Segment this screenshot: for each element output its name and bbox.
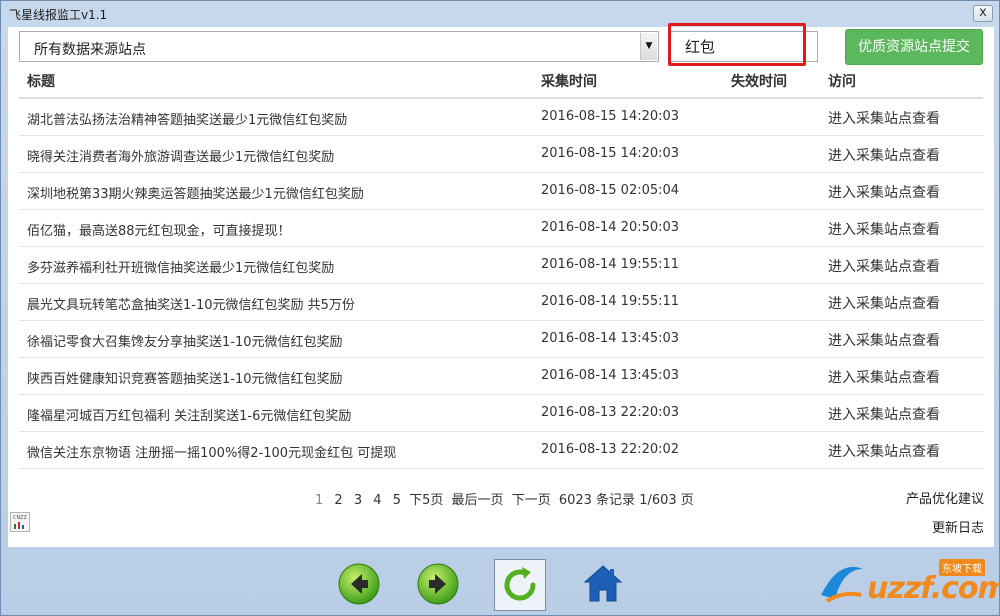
row-title[interactable]: 湖北普法弘扬法治精神答题抽奖送最少1元微信红包奖励 <box>27 109 347 128</box>
header-visit: 访问 <box>828 74 856 90</box>
table-row: 湖北普法弘扬法治精神答题抽奖送最少1元微信红包奖励 2016-08-15 14:… <box>19 99 983 136</box>
title-bar[interactable]: 飞星线报监工v1.1 x <box>1 1 999 27</box>
pagination: 1 2 3 4 5 下5页 最后一页 下一页 6023 条记录 1/603 页 <box>315 489 701 508</box>
row-collect-time: 2016-08-14 13:45:03 <box>541 331 680 346</box>
record-summary: 6023 条记录 1/603 页 <box>558 493 694 508</box>
table-row: 多芬滋养福利社开班微信抽奖送最少1元微信红包奖励 2016-08-14 19:5… <box>19 247 983 284</box>
table-row: 陕西百姓健康知识竞赛答题抽奖送1-10元微信红包奖励 2016-08-14 13… <box>19 358 983 395</box>
row-collect-time: 2016-08-14 19:55:11 <box>541 294 680 309</box>
row-visit-link[interactable]: 进入采集站点查看 <box>828 219 940 239</box>
result-table: 湖北普法弘扬法治精神答题抽奖送最少1元微信红包奖励 2016-08-15 14:… <box>19 99 983 469</box>
changelog-link[interactable]: 更新日志 <box>932 517 984 536</box>
window-title: 飞星线报监工v1.1 <box>9 8 108 22</box>
row-collect-time: 2016-08-15 14:20:03 <box>541 146 680 161</box>
cnzz-label: CNZZ <box>13 515 28 521</box>
row-title[interactable]: 晨光文具玩转笔芯盒抽奖送1-10元微信红包奖励 共5万份 <box>27 294 355 313</box>
refresh-button[interactable] <box>494 559 546 611</box>
feedback-link[interactable]: 产品优化建议 <box>906 488 984 507</box>
page-link[interactable]: 2 <box>334 493 342 508</box>
arrow-left-icon[interactable] <box>336 561 382 607</box>
row-title[interactable]: 深圳地税第33期火辣奥运答题抽奖送最少1元微信红包奖励 <box>27 183 364 202</box>
row-collect-time: 2016-08-14 13:45:03 <box>541 368 680 383</box>
row-visit-link[interactable]: 进入采集站点查看 <box>828 367 940 387</box>
row-visit-link[interactable]: 进入采集站点查看 <box>828 256 940 276</box>
app-window: 飞星线报监工v1.1 x 所有数据来源站点 ▼ 优质资源站点提交 标题 采集时间… <box>0 0 1000 616</box>
table-row: 微信关注东京物语 注册摇一摇100%得2-100元现金红包 可提现 2016-0… <box>19 432 983 469</box>
chevron-down-icon[interactable]: ▼ <box>640 33 657 60</box>
row-visit-link[interactable]: 进入采集站点查看 <box>828 330 940 350</box>
last-page-link[interactable]: 最后一页 <box>452 489 504 508</box>
cnzz-stat-icon[interactable]: CNZZ <box>10 512 30 532</box>
next-page-link[interactable]: 下一页 <box>512 489 551 508</box>
keyword-input[interactable] <box>670 31 818 62</box>
row-visit-link[interactable]: 进入采集站点查看 <box>828 108 940 128</box>
row-title[interactable]: 微信关注东京物语 注册摇一摇100%得2-100元现金红包 可提现 <box>27 442 396 461</box>
bottom-toolbar: uzzf.com 东坡下载 <box>1 547 1000 616</box>
page-link[interactable]: 3 <box>354 493 362 508</box>
page-link[interactable]: 5 <box>393 493 401 508</box>
row-collect-time: 2016-08-13 22:20:03 <box>541 405 680 420</box>
next-five-pages-link[interactable]: 下5页 <box>409 489 443 508</box>
source-select-value: 所有数据来源站点 <box>34 42 146 58</box>
refresh-icon <box>504 567 536 601</box>
row-collect-time: 2016-08-14 19:55:11 <box>541 257 680 272</box>
table-header: 标题 采集时间 失效时间 访问 <box>19 65 983 99</box>
header-title: 标题 <box>27 74 55 90</box>
arrow-right-icon[interactable] <box>415 561 461 607</box>
home-icon[interactable] <box>580 561 626 607</box>
watermark-logo: uzzf.com 东坡下载 <box>813 551 1000 613</box>
row-collect-time: 2016-08-15 02:05:04 <box>541 183 680 198</box>
submit-site-button[interactable]: 优质资源站点提交 <box>845 29 983 65</box>
table-row: 佰亿猫，最高送88元红包现金，可直接提现！ 2016-08-14 20:50:0… <box>19 210 983 247</box>
row-title[interactable]: 陕西百姓健康知识竞赛答题抽奖送1-10元微信红包奖励 <box>27 368 343 387</box>
row-title[interactable]: 隆福星河城百万红包福利 关注刮奖送1-6元微信红包奖励 <box>27 405 351 424</box>
table-row: 晓得关注消费者海外旅游调查送最少1元微信红包奖励 2016-08-15 14:2… <box>19 136 983 173</box>
row-visit-link[interactable]: 进入采集站点查看 <box>828 441 940 461</box>
source-select[interactable]: 所有数据来源站点 ▼ <box>19 31 659 62</box>
header-collect-time: 采集时间 <box>541 74 597 90</box>
page-link[interactable]: 4 <box>373 493 381 508</box>
table-row: 徐福记零食大召集馋友分享抽奖送1-10元微信红包奖励 2016-08-14 13… <box>19 321 983 358</box>
row-collect-time: 2016-08-14 20:50:03 <box>541 220 680 235</box>
watermark-text: uzzf.com <box>867 571 1000 606</box>
row-visit-link[interactable]: 进入采集站点查看 <box>828 293 940 313</box>
page-link[interactable]: 1 <box>315 493 323 508</box>
main-panel: 所有数据来源站点 ▼ 优质资源站点提交 标题 采集时间 失效时间 访问 湖北普法… <box>8 23 994 547</box>
row-collect-time: 2016-08-13 22:20:02 <box>541 442 680 457</box>
row-title[interactable]: 晓得关注消费者海外旅游调查送最少1元微信红包奖励 <box>27 146 334 165</box>
row-collect-time: 2016-08-15 14:20:03 <box>541 109 680 124</box>
watermark-tag: 东坡下载 <box>939 559 985 576</box>
row-visit-link[interactable]: 进入采集站点查看 <box>828 145 940 165</box>
close-button[interactable]: x <box>973 5 993 22</box>
row-visit-link[interactable]: 进入采集站点查看 <box>828 182 940 202</box>
table-row: 隆福星河城百万红包福利 关注刮奖送1-6元微信红包奖励 2016-08-13 2… <box>19 395 983 432</box>
row-title[interactable]: 佰亿猫，最高送88元红包现金，可直接提现！ <box>27 220 291 239</box>
header-expire-time: 失效时间 <box>731 74 787 90</box>
table-row: 深圳地税第33期火辣奥运答题抽奖送最少1元微信红包奖励 2016-08-15 0… <box>19 173 983 210</box>
row-title[interactable]: 徐福记零食大召集馋友分享抽奖送1-10元微信红包奖励 <box>27 331 343 350</box>
table-row: 晨光文具玩转笔芯盒抽奖送1-10元微信红包奖励 共5万份 2016-08-14 … <box>19 284 983 321</box>
row-visit-link[interactable]: 进入采集站点查看 <box>828 404 940 424</box>
row-title[interactable]: 多芬滋养福利社开班微信抽奖送最少1元微信红包奖励 <box>27 257 334 276</box>
